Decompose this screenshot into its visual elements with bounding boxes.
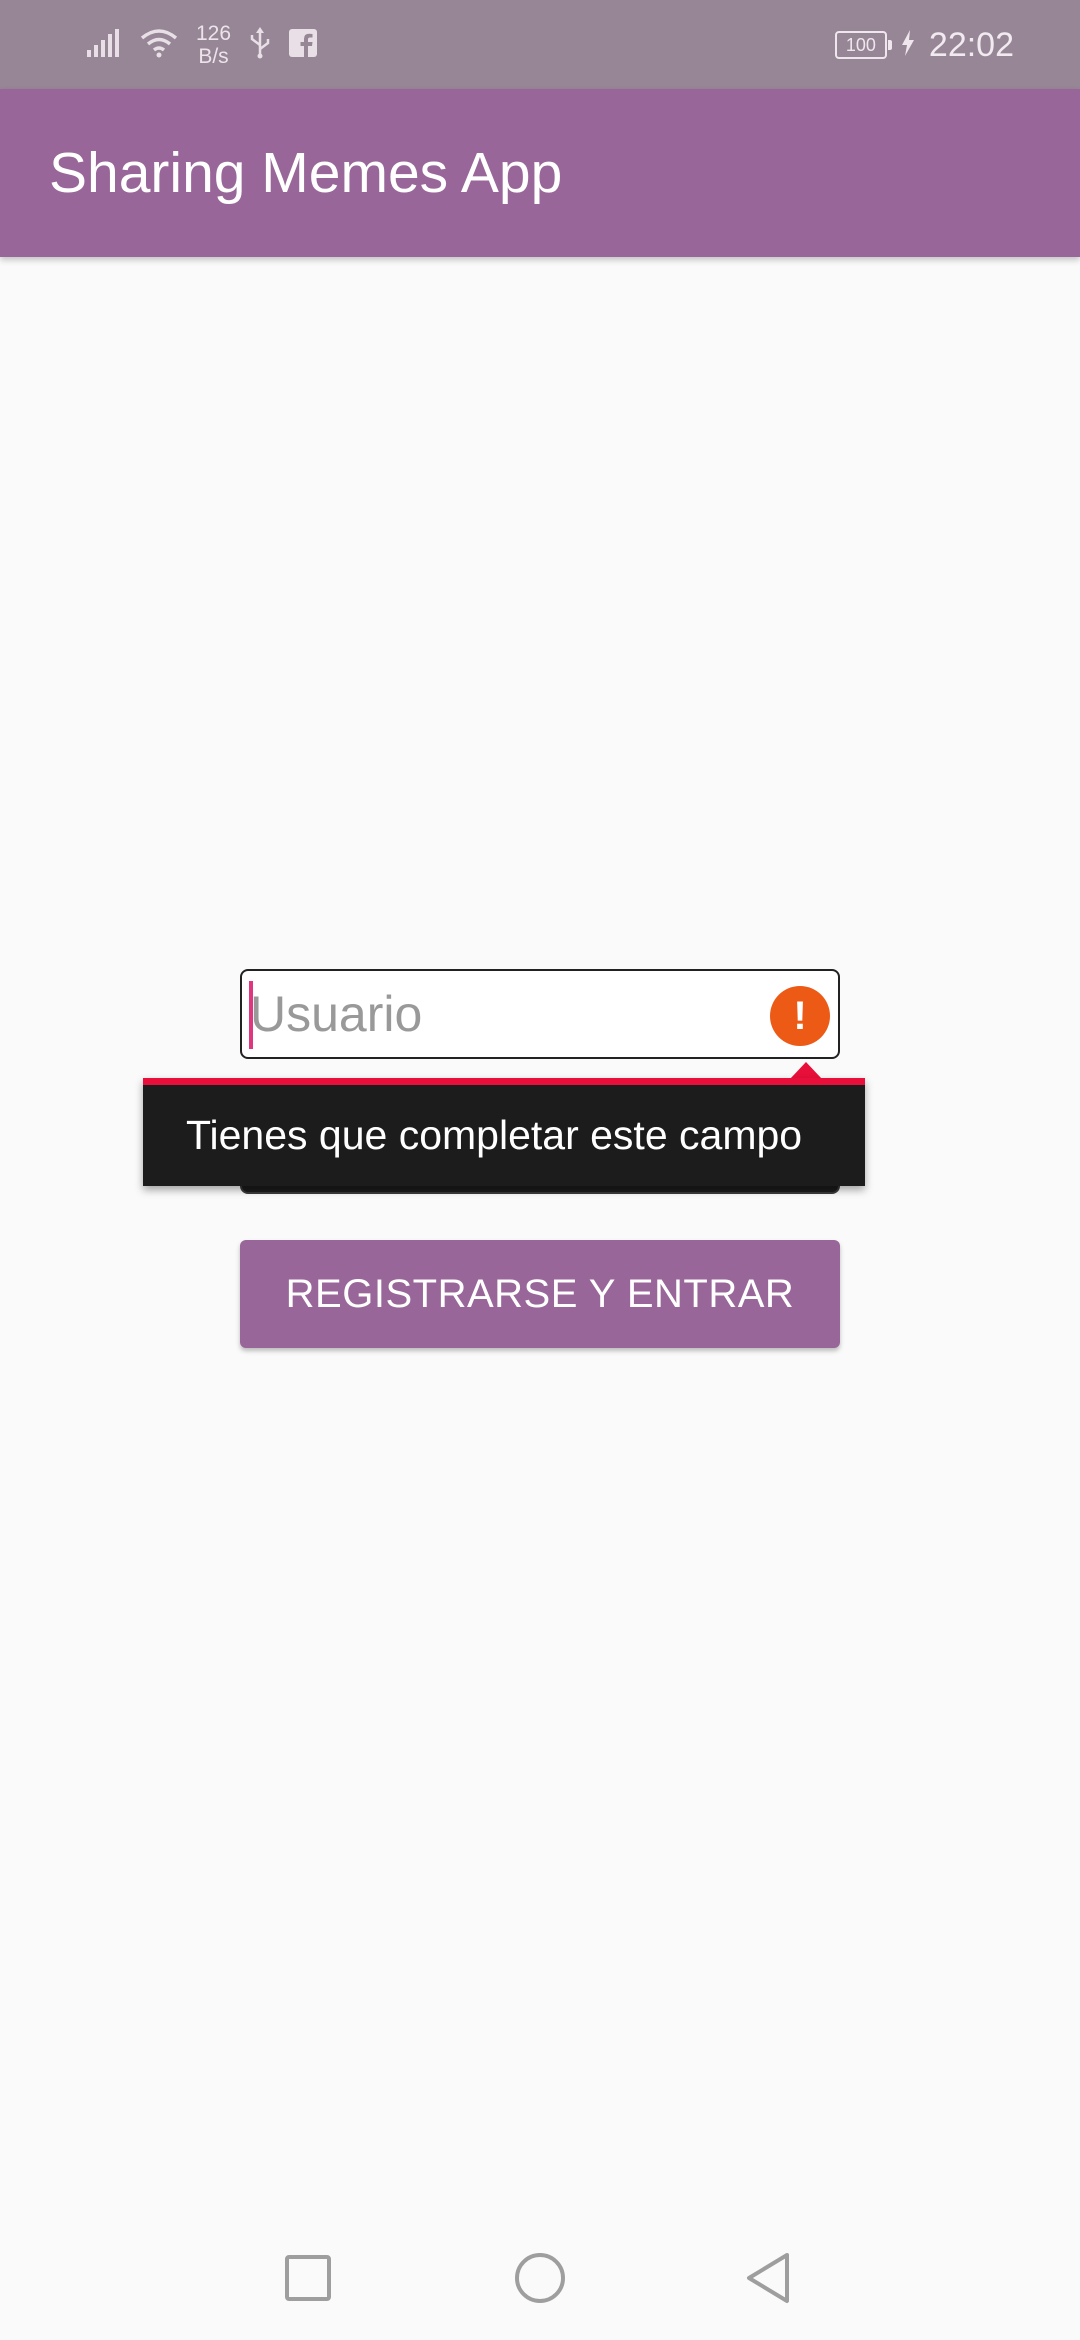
- username-input[interactable]: [250, 971, 780, 1057]
- tooltip-arrow: [790, 1062, 822, 1079]
- status-left: 126 B/s: [86, 18, 318, 72]
- text-cursor: [249, 981, 253, 1049]
- register-and-enter-button[interactable]: REGISTRARSE Y ENTRAR: [240, 1240, 840, 1348]
- battery-icon: 100: [834, 31, 892, 59]
- back-icon[interactable]: [706, 2216, 830, 2340]
- status-bar: 126 B/s 100 22:02: [0, 0, 1080, 89]
- net-speed-value: 126: [196, 22, 232, 45]
- usb-icon: [249, 26, 271, 64]
- net-speed-unit: B/s: [198, 45, 229, 68]
- signal-icon: [86, 28, 122, 63]
- facebook-icon: [289, 28, 318, 62]
- validation-message: Tienes que completar este campo: [186, 1112, 803, 1158]
- charging-icon: [901, 29, 915, 61]
- status-right: 100 22:02: [834, 18, 1014, 72]
- battery-level: 100: [845, 35, 876, 55]
- network-speed: 126 B/s: [196, 22, 231, 68]
- navigation-bar: [0, 2216, 1080, 2340]
- screen: 126 B/s 100 22:02 Sharing Memes App Usua…: [0, 0, 1080, 2340]
- username-field[interactable]: !: [240, 969, 840, 1059]
- status-time: 22:02: [928, 25, 1014, 64]
- recents-icon[interactable]: [246, 2216, 370, 2340]
- app-title: Sharing Memes App: [49, 141, 563, 205]
- warning-icon: !: [770, 986, 830, 1046]
- wifi-icon: [140, 28, 178, 63]
- home-icon[interactable]: [478, 2216, 602, 2340]
- validation-tooltip: Tienes que completar este campo: [143, 1078, 865, 1186]
- app-bar: Sharing Memes App: [0, 89, 1080, 257]
